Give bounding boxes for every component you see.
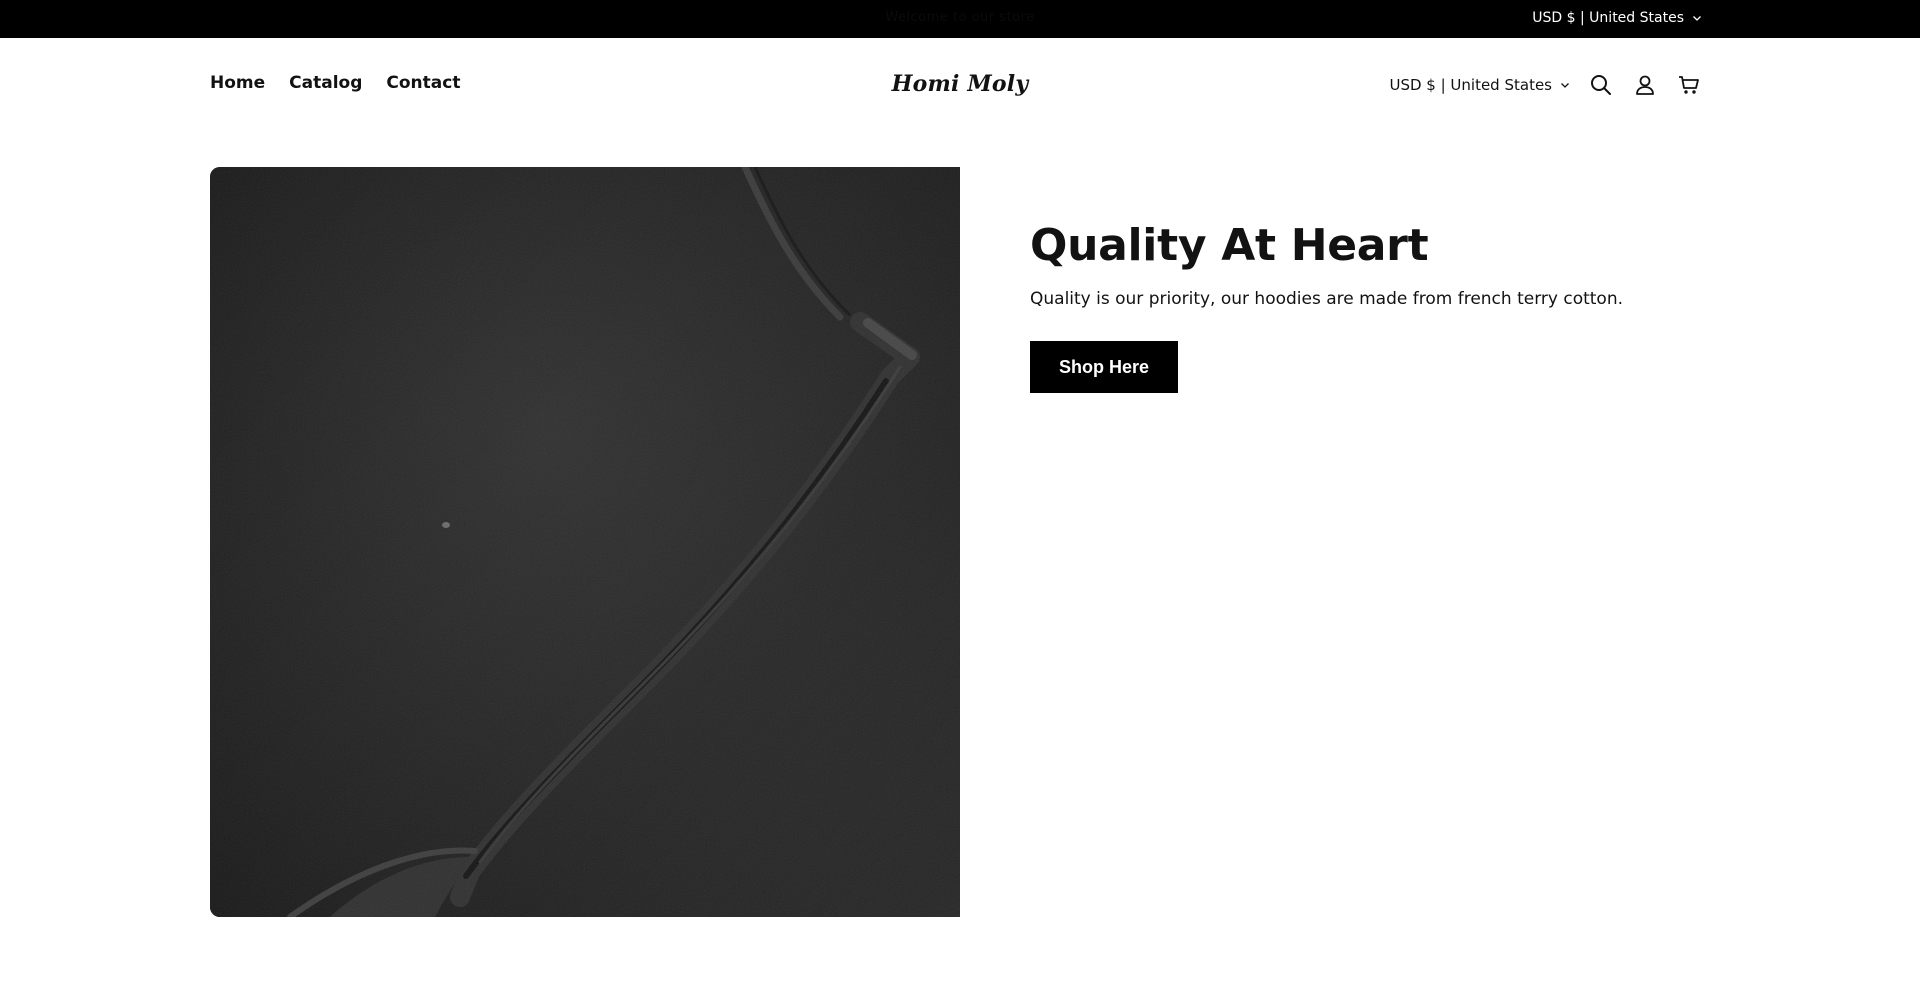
topbar-currency-country-label: USD $ | United States bbox=[1532, 10, 1684, 26]
account-icon[interactable] bbox=[1632, 72, 1658, 98]
hoodie-fabric-image bbox=[210, 167, 960, 917]
chevron-down-icon bbox=[1693, 16, 1701, 21]
hero-subtext: Quality is our priority, our hoodies are… bbox=[1030, 289, 1624, 309]
hoodie-fabric-photo bbox=[210, 167, 960, 917]
search-icon[interactable] bbox=[1588, 72, 1614, 98]
site-header: Home Catalog Contact Homi Moly USD $ | U… bbox=[0, 38, 1920, 130]
hero-heading: Quality At Heart bbox=[1030, 220, 1429, 271]
chevron-down-icon bbox=[1561, 83, 1569, 88]
cart-icon[interactable] bbox=[1676, 72, 1702, 98]
header-currency-country-label: USD $ | United States bbox=[1389, 76, 1552, 94]
hero-content: Quality At Heart Quality is our priority… bbox=[1030, 220, 1630, 393]
header-actions: USD $ | United States bbox=[1389, 72, 1702, 98]
shop-here-button[interactable]: Shop Here bbox=[1030, 341, 1178, 393]
topbar-currency-country-selector[interactable]: USD $ | United States bbox=[1532, 10, 1702, 26]
announcement-bar: Welcome to our store USD $ | United Stat… bbox=[0, 0, 1920, 38]
header-currency-country-selector[interactable]: USD $ | United States bbox=[1389, 76, 1570, 94]
